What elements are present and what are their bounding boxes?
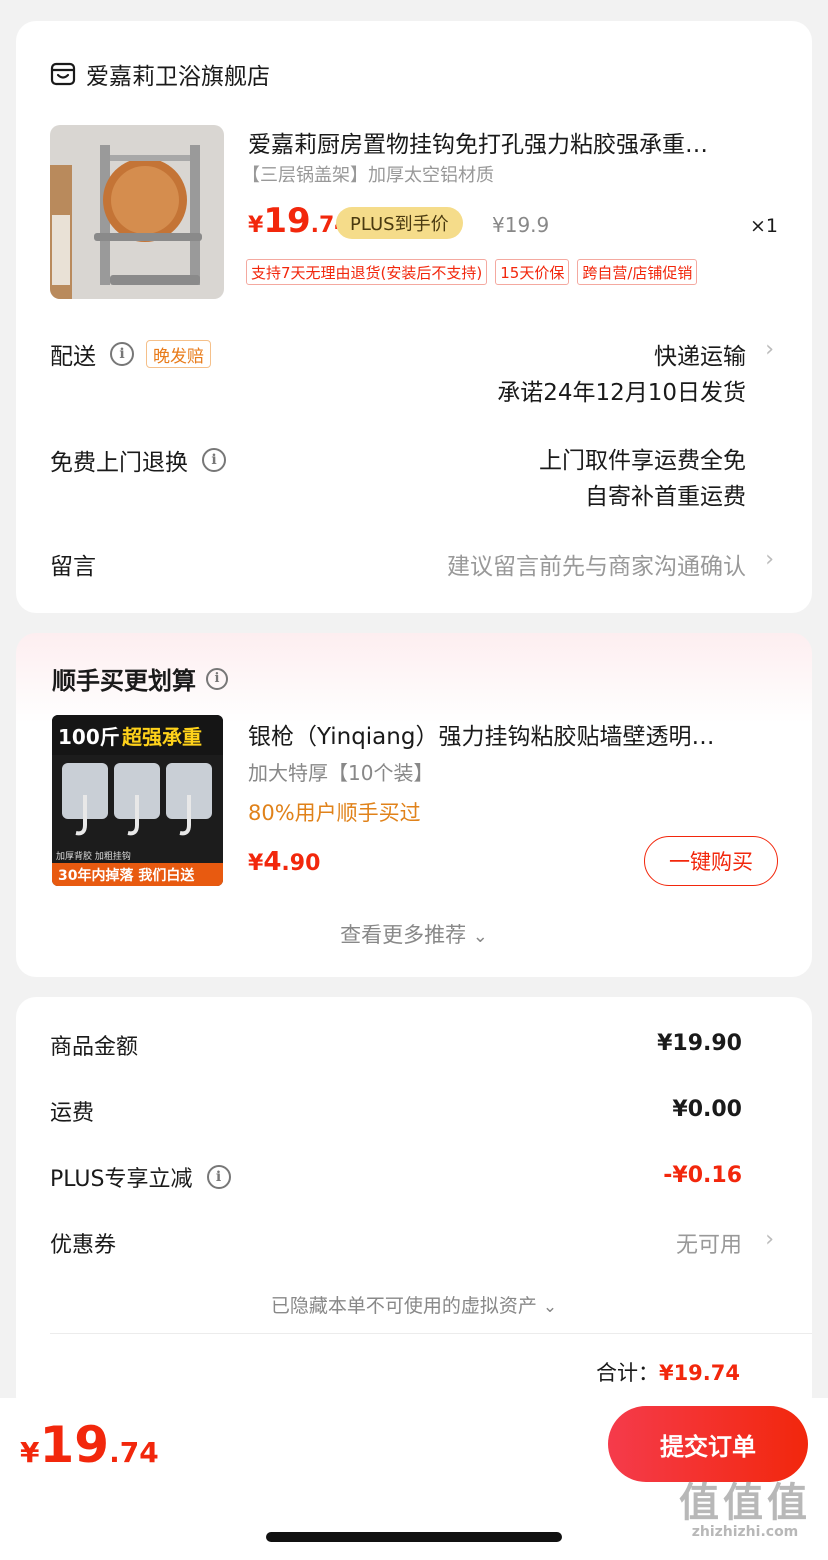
message-label-text: 留言 — [50, 554, 96, 580]
delivery-method[interactable]: 快递运输 — [654, 337, 746, 371]
product-price: ¥19.74 — [248, 201, 350, 241]
watermark-url: zhizhizhi.com — [691, 1524, 799, 1540]
plus-discount-label: PLUS专享立减 — [50, 1167, 193, 1192]
price-integer: 4 — [263, 847, 282, 877]
store-name: 爱嘉莉卫浴旗舰店 — [86, 64, 270, 90]
return-line-1: 上门取件享运费全免 — [539, 448, 746, 474]
site-watermark: 值值值 zhizhizhi.com — [670, 1470, 820, 1540]
recommend-item-popularity: 80%用户顺手买过 — [248, 801, 421, 825]
plus-discount-value: -¥0.16 — [663, 1163, 742, 1188]
chevron-down-icon: ⌄ — [542, 1297, 558, 1317]
more-recommend-label: 查看更多推荐 — [340, 923, 467, 947]
recommend-item-spec: 加大特厚【10个装】 — [248, 761, 434, 785]
coupon-value[interactable]: 无可用 — [676, 1227, 742, 1259]
info-icon[interactable]: i — [202, 448, 226, 472]
one-click-buy-button[interactable]: 一键购买 — [644, 836, 778, 886]
info-icon[interactable]: i — [206, 667, 228, 690]
price-integer: 19 — [39, 1416, 110, 1474]
goods-amount-value: ¥19.90 — [657, 1031, 742, 1056]
hook-image: 100斤 超强承重 加厚背胶 加粗挂钩 30年内掉落 我们白送 — [52, 715, 223, 886]
plus-price-badge: PLUS到手价 — [336, 207, 463, 239]
subtotal-label: 合计： — [595, 1361, 659, 1385]
quantity: ×1 — [749, 215, 778, 237]
message-label: 留言 — [50, 547, 96, 581]
recommend-item-title[interactable]: 银枪（Yinqiang）强力挂钩粘胶贴墙壁透明… — [248, 717, 782, 751]
goods-amount-label: 商品金额 — [50, 1035, 139, 1060]
delivery-label: 配送 — [50, 344, 96, 370]
tag-price-protect: 15天价保 — [495, 259, 570, 285]
info-icon[interactable]: i — [206, 1165, 231, 1189]
divider — [50, 1333, 812, 1334]
message-input[interactable]: 建议留言前先与商家沟通确认 — [447, 547, 746, 581]
checkout-total-price: ¥19.74 — [20, 1416, 159, 1474]
shipping-label: 运费 — [50, 1101, 95, 1126]
late-compensation-badge: 晚发赔 — [146, 340, 211, 368]
product-spec[interactable]: 【三层锅盖架】加厚太空铝材质 — [242, 161, 494, 187]
info-icon[interactable]: i — [110, 342, 134, 366]
chevron-down-icon: ⌄ — [472, 926, 488, 947]
order-item-card: 爱嘉莉卫浴旗舰店 爱嘉莉厨房置物挂钩免打孔强力粘胶强承重… 【三层锅盖架】加厚太… — [16, 21, 812, 613]
recommend-card: 顺手买更划算 i 100斤 超强承重 加厚背胶 加粗挂钩 30年内掉落 我们白送… — [16, 633, 812, 977]
delivery-label-row: 配送 i 晚发赔 — [50, 337, 211, 371]
return-label: 免费上门退换 — [50, 450, 188, 476]
rack-image — [50, 125, 224, 299]
watermark-logo: 值值值 — [679, 1479, 811, 1526]
price-currency: ¥ — [20, 1436, 40, 1469]
tag-return: 支持7天无理由退货(安装后不支持) — [246, 259, 488, 285]
price-summary-card: 商品金额 ¥19.90 运费 ¥0.00 PLUS专享立减 i -¥0.16 优… — [16, 997, 812, 1417]
hidden-assets-label: 已隐藏本单不可使用的虚拟资产 — [270, 1295, 537, 1317]
subtotal-value: ¥19.74 — [658, 1361, 740, 1385]
return-label-row: 免费上门退换 i — [50, 443, 226, 477]
price-currency: ¥ — [248, 851, 264, 876]
image-text-weight: 100斤 — [58, 725, 120, 749]
original-price: ¥19.9 — [492, 213, 550, 237]
chevron-right-icon[interactable]: › — [765, 547, 774, 572]
product-title[interactable]: 爱嘉莉厨房置物挂钩免打孔强力粘胶强承重… — [248, 125, 768, 159]
recommend-item-price: ¥4.90 — [248, 847, 320, 877]
image-text-strong: 超强承重 — [121, 725, 202, 749]
more-recommend-link[interactable]: 查看更多推荐 ⌄ — [16, 919, 812, 949]
tag-promotion: 跨自营/店铺促销 — [577, 259, 698, 285]
return-line-2: 自寄补首重运费 — [585, 484, 746, 510]
product-image[interactable] — [50, 125, 224, 299]
plus-discount-label-row: PLUS专享立减 i — [50, 1161, 231, 1193]
service-tags: 支持7天无理由退货(安装后不支持) 15天价保 跨自营/店铺促销 — [246, 259, 698, 285]
price-integer: 19 — [263, 201, 311, 241]
coupon-label: 优惠券 — [50, 1233, 117, 1258]
store-icon — [50, 62, 76, 86]
recommend-product-image[interactable]: 100斤 超强承重 加厚背胶 加粗挂钩 30年内掉落 我们白送 — [52, 715, 223, 886]
price-decimal: .90 — [281, 851, 321, 876]
price-currency: ¥ — [248, 213, 264, 238]
hidden-assets-toggle[interactable]: 已隐藏本单不可使用的虚拟资产 ⌄ — [16, 1291, 812, 1318]
chevron-right-icon[interactable]: › — [765, 1227, 774, 1252]
delivery-promise: 承诺24年12月10日发货 — [497, 380, 746, 406]
chevron-right-icon[interactable]: › — [765, 337, 774, 362]
price-decimal: .74 — [109, 1436, 159, 1469]
shipping-value: ¥0.00 — [672, 1097, 742, 1122]
store-header[interactable]: 爱嘉莉卫浴旗舰店 — [50, 57, 270, 91]
image-text-bottom: 30年内掉落 我们白送 — [58, 867, 195, 884]
image-text-mid: 加厚背胶 加粗挂钩 — [56, 850, 131, 862]
subtotal: 合计：¥19.74 — [596, 1357, 740, 1387]
home-indicator[interactable] — [266, 1532, 562, 1542]
recommend-title-row: 顺手买更划算 i — [52, 661, 228, 696]
recommend-title: 顺手买更划算 — [52, 667, 196, 695]
